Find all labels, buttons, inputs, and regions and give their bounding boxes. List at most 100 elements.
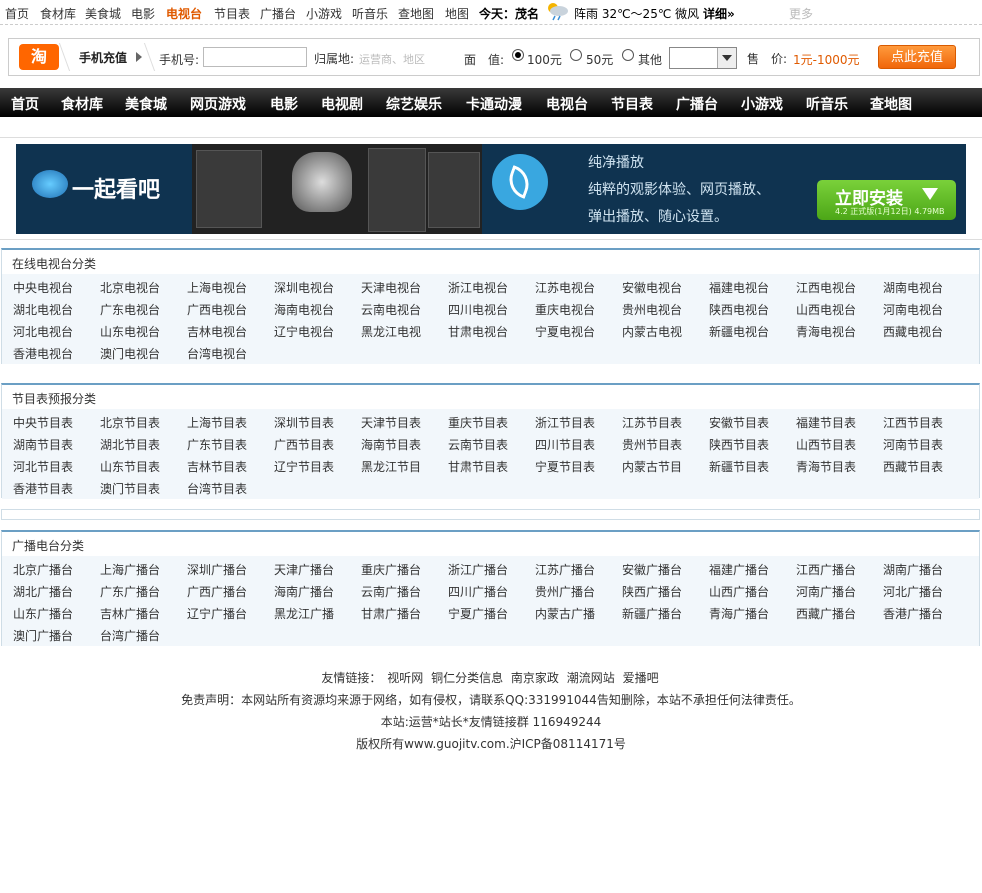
tv-link[interactable]: 天津电视台 [361,279,421,296]
phone-number-input[interactable] [203,47,307,67]
schedule-link[interactable]: 山东节目表 [100,458,160,475]
radio-link[interactable]: 北京广播台 [13,561,73,578]
friend-link[interactable]: 潮流网站 [567,671,615,685]
radio-link[interactable]: 河南广播台 [796,583,856,600]
tv-link[interactable]: 山西电视台 [796,301,856,318]
tv-link[interactable]: 青海电视台 [796,323,856,340]
schedule-link[interactable]: 河南节目表 [883,436,943,453]
tv-link[interactable]: 宁夏电视台 [535,323,595,340]
tv-link[interactable]: 山东电视台 [100,323,160,340]
tv-link[interactable]: 陕西电视台 [709,301,769,318]
friend-link[interactable]: 视听网 [387,671,423,685]
tv-link[interactable]: 中央电视台 [13,279,73,296]
topnav-item-ingredients[interactable]: 食材库 [40,5,76,22]
tv-link[interactable]: 浙江电视台 [448,279,508,296]
schedule-link[interactable]: 澳门节目表 [100,480,160,497]
radio-other[interactable] [622,49,634,61]
topnav-item-tv[interactable]: 电视台 [166,5,202,22]
tv-link[interactable]: 湖北电视台 [13,301,73,318]
mainnav-anime[interactable]: 卡通动漫 [466,94,522,114]
tv-link[interactable]: 辽宁电视台 [274,323,334,340]
radio-link[interactable]: 河北广播台 [883,583,943,600]
tv-link[interactable]: 广西电视台 [187,301,247,318]
tv-link[interactable]: 湖南电视台 [883,279,943,296]
mainnav-home[interactable]: 首页 [11,94,39,114]
radio-50[interactable] [570,49,582,61]
topnav-item-movies[interactable]: 电影 [131,5,155,22]
tv-link[interactable]: 广东电视台 [100,301,160,318]
schedule-link[interactable]: 浙江节目表 [535,414,595,431]
radio-link[interactable]: 广东广播台 [100,583,160,600]
radio-link[interactable]: 深圳广播台 [187,561,247,578]
mainnav-movies[interactable]: 电影 [270,94,298,114]
radio-link[interactable]: 山西广播台 [709,583,769,600]
schedule-link[interactable]: 宁夏节目表 [535,458,595,475]
mainnav-map[interactable]: 查地图 [870,94,912,114]
schedule-link[interactable]: 云南节目表 [448,436,508,453]
tv-link[interactable]: 台湾电视台 [187,345,247,362]
radio-link[interactable]: 西藏广播台 [796,605,856,622]
mainnav-radio[interactable]: 广播台 [676,94,718,114]
tv-link[interactable]: 新疆电视台 [709,323,769,340]
radio-link[interactable]: 吉林广播台 [100,605,160,622]
topnav-item-radio[interactable]: 广播台 [260,5,296,22]
topnav-item-map-search[interactable]: 查地图 [398,5,434,22]
schedule-link[interactable]: 黑龙江节目 [361,458,421,475]
radio-link[interactable]: 香港广播台 [883,605,943,622]
tv-link[interactable]: 河南电视台 [883,301,943,318]
schedule-link[interactable]: 江苏节目表 [622,414,682,431]
mainnav-mini-games[interactable]: 小游戏 [741,94,783,114]
schedule-link[interactable]: 深圳节目表 [274,414,334,431]
tv-link[interactable]: 吉林电视台 [187,323,247,340]
mainnav-variety[interactable]: 综艺娱乐 [386,94,442,114]
radio-link[interactable]: 海南广播台 [274,583,334,600]
radio-link[interactable]: 黑龙江广播 [274,605,334,622]
tv-link[interactable]: 海南电视台 [274,301,334,318]
schedule-link[interactable]: 青海节目表 [796,458,856,475]
chevron-down-icon[interactable] [717,48,736,68]
schedule-link[interactable]: 福建节目表 [796,414,856,431]
schedule-link[interactable]: 西藏节目表 [883,458,943,475]
ad-banner[interactable]: 一起看吧 纯净播放 纯粹的观影体验、网页播放、 弹出播放、随心设置。 立即安装 … [16,144,966,234]
topnav-item-home[interactable]: 首页 [5,5,29,22]
schedule-link[interactable]: 台湾节目表 [187,480,247,497]
schedule-link[interactable]: 辽宁节目表 [274,458,334,475]
tv-link[interactable]: 河北电视台 [13,323,73,340]
tv-link[interactable]: 北京电视台 [100,279,160,296]
schedule-link[interactable]: 山西节目表 [796,436,856,453]
radio-link[interactable]: 江西广播台 [796,561,856,578]
topnav-item-food[interactable]: 美食城 [85,5,121,22]
tv-link[interactable]: 江苏电视台 [535,279,595,296]
tv-link[interactable]: 江西电视台 [796,279,856,296]
radio-link[interactable]: 澳门广播台 [13,627,73,644]
mainnav-music[interactable]: 听音乐 [806,94,848,114]
weather-detail-link[interactable]: 详细» [703,5,735,22]
friend-link[interactable]: 爱播吧 [623,671,659,685]
radio-100[interactable] [512,49,524,61]
schedule-link[interactable]: 重庆节目表 [448,414,508,431]
tv-link[interactable]: 香港电视台 [13,345,73,362]
radio-link[interactable]: 宁夏广播台 [448,605,508,622]
schedule-link[interactable]: 安徽节目表 [709,414,769,431]
schedule-link[interactable]: 江西节目表 [883,414,943,431]
friend-link[interactable]: 铜仁分类信息 [431,671,503,685]
schedule-link[interactable]: 河北节目表 [13,458,73,475]
tv-link[interactable]: 上海电视台 [187,279,247,296]
radio-link[interactable]: 台湾广播台 [100,627,160,644]
schedule-link[interactable]: 湖北节目表 [100,436,160,453]
radio-link[interactable]: 甘肃广播台 [361,605,421,622]
more-link[interactable]: 更多 [789,5,813,22]
schedule-link[interactable]: 中央节目表 [13,414,73,431]
schedule-link[interactable]: 湖南节目表 [13,436,73,453]
schedule-link[interactable]: 吉林节目表 [187,458,247,475]
radio-link[interactable]: 天津广播台 [274,561,334,578]
radio-link[interactable]: 安徽广播台 [622,561,682,578]
schedule-link[interactable]: 四川节目表 [535,436,595,453]
schedule-link[interactable]: 天津节目表 [361,414,421,431]
radio-link[interactable]: 广西广播台 [187,583,247,600]
topnav-item-schedule[interactable]: 节目表 [214,5,250,22]
schedule-link[interactable]: 上海节目表 [187,414,247,431]
mainnav-tv-stations[interactable]: 电视台 [546,94,588,114]
recharge-submit-button[interactable]: 点此充值 [878,45,956,69]
radio-link[interactable]: 上海广播台 [100,561,160,578]
